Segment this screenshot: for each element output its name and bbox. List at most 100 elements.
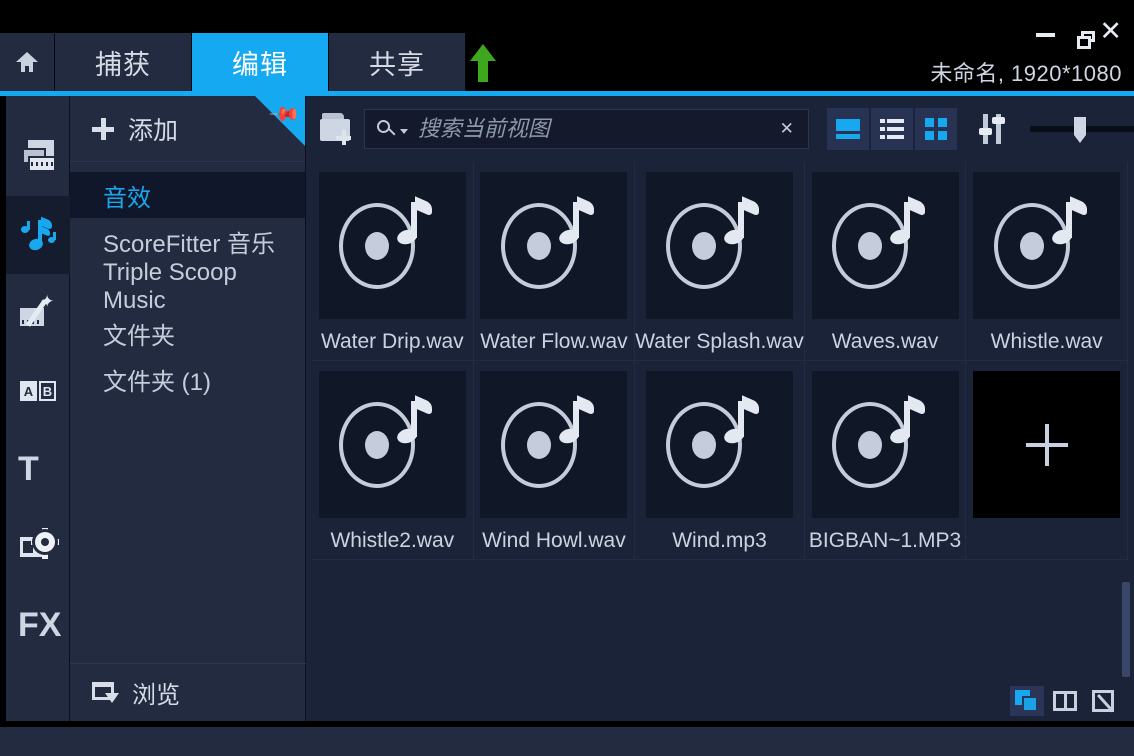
media-item-label: Water Flow.wav bbox=[480, 330, 628, 353]
clear-x-icon[interactable]: ✕ bbox=[774, 116, 800, 142]
library-type-rail: ✦ AB T FX bbox=[6, 96, 70, 721]
tree-item-folder[interactable]: 文件夹 bbox=[70, 310, 305, 356]
empty-thumbnail bbox=[973, 371, 1121, 518]
sort-filter-icon[interactable] bbox=[978, 112, 1005, 146]
text-t-icon: T bbox=[18, 450, 58, 488]
upload-arrow-icon[interactable] bbox=[470, 44, 496, 84]
sidebar-item-overlays-library[interactable] bbox=[6, 508, 70, 586]
search-input[interactable] bbox=[417, 116, 774, 142]
browse-bar[interactable]: 浏览 bbox=[70, 663, 306, 721]
media-item[interactable]: Whistle2.wav bbox=[312, 361, 474, 560]
library-toolbar: ✕ bbox=[306, 96, 1134, 162]
tab-edit[interactable]: 编辑 bbox=[192, 33, 329, 91]
media-thumbnail bbox=[645, 172, 793, 319]
media-item[interactable]: Water Splash.wav bbox=[635, 162, 805, 361]
audio-disc-icon bbox=[339, 394, 445, 491]
tree-item-label: 文件夹 (1) bbox=[103, 368, 211, 396]
edit-view-button[interactable] bbox=[1086, 686, 1120, 716]
thumbnail-size-slider[interactable] bbox=[1029, 112, 1134, 146]
magic-wand-icon: ✦ bbox=[18, 293, 58, 332]
sidebar-item-media-library[interactable] bbox=[6, 118, 70, 196]
media-item-add-placeholder[interactable] bbox=[966, 361, 1128, 560]
text-t-glyph: T bbox=[18, 450, 39, 488]
large-thumb-icon bbox=[835, 119, 860, 139]
media-item[interactable]: BIGBAN~1.MP3 bbox=[804, 361, 967, 560]
audio-disc-icon bbox=[832, 195, 938, 292]
media-item[interactable]: Water Flow.wav bbox=[473, 162, 636, 361]
media-item-label: Whistle.wav bbox=[990, 330, 1103, 353]
chevron-down-icon[interactable] bbox=[399, 128, 408, 134]
library-tree-panel: 添加 📌 音效 ScoreFitter 音乐 Triple Scoop Musi… bbox=[70, 96, 306, 721]
sidebar-item-audio-library[interactable] bbox=[6, 196, 70, 274]
tree-item-sound-effects[interactable]: 音效 bbox=[70, 172, 305, 218]
media-item[interactable]: Wind.mp3 bbox=[635, 361, 805, 560]
add-button-label: 添加 bbox=[128, 116, 179, 145]
fx-glyph: FX bbox=[18, 606, 62, 644]
media-thumbnail bbox=[318, 371, 466, 518]
sidebar-item-titles-library[interactable]: T bbox=[6, 430, 70, 508]
audio-disc-icon bbox=[500, 195, 607, 292]
media-item[interactable]: Water Drip.wav bbox=[312, 162, 474, 361]
folder-add-icon[interactable] bbox=[320, 113, 352, 145]
sidebar-item-transitions-library[interactable]: AB bbox=[6, 352, 70, 430]
split-view-button[interactable] bbox=[1048, 686, 1082, 716]
library-tree: 音效 ScoreFitter 音乐 Triple Scoop Music 文件夹… bbox=[70, 162, 305, 402]
project-title: 未命名, 1920*1080 bbox=[930, 61, 1122, 86]
media-thumbnail bbox=[318, 172, 466, 319]
plus-icon bbox=[1025, 423, 1068, 466]
sidebar-item-effects-library[interactable]: ✦ bbox=[6, 274, 70, 352]
tree-item-folder-1[interactable]: 文件夹 (1) bbox=[70, 356, 305, 402]
browse-window-icon bbox=[92, 681, 119, 704]
media-thumbnail bbox=[645, 371, 793, 518]
tree-item-label: ScoreFitter 音乐 bbox=[103, 230, 276, 258]
music-note-icon bbox=[18, 216, 58, 254]
media-content-panel: ✕ bbox=[306, 96, 1134, 721]
tree-item-label: Triple Scoop Music bbox=[103, 259, 237, 314]
media-item-label: Water Drip.wav bbox=[320, 330, 464, 353]
main-tab-bar: 捕获 编辑 共享 bbox=[0, 33, 466, 91]
content-footer bbox=[306, 681, 1134, 721]
plus-icon bbox=[92, 117, 114, 140]
view-mode-buttons bbox=[826, 108, 957, 150]
media-item-label: Waves.wav bbox=[831, 330, 939, 353]
media-item[interactable]: Whistle.wav bbox=[966, 162, 1128, 361]
media-stack-icon bbox=[18, 138, 58, 176]
search-box[interactable]: ✕ bbox=[363, 109, 809, 149]
audio-disc-icon bbox=[832, 394, 938, 491]
minimize-button[interactable] bbox=[1036, 25, 1056, 37]
view-grid-button[interactable] bbox=[914, 108, 957, 150]
split-view-icon bbox=[1053, 691, 1077, 711]
main-area: ✦ AB T FX 添加 📌 音效 ScoreFitter 音乐 Triple … bbox=[0, 96, 1134, 721]
media-thumbnail bbox=[480, 172, 628, 319]
video-editor-window: 捕获 编辑 共享 ✕ 未命名, 1920*1080 ✦ A B T FX 添加 … bbox=[0, 0, 1134, 756]
view-list-button[interactable] bbox=[870, 108, 913, 150]
duplicate-icon bbox=[1015, 690, 1039, 712]
library-add-bar[interactable]: 添加 📌 bbox=[70, 96, 305, 162]
media-item-label: Wind Howl.wav bbox=[482, 529, 626, 552]
home-tab[interactable] bbox=[0, 33, 55, 91]
media-thumbnail bbox=[811, 172, 959, 319]
media-item-label: BIGBAN~1.MP3 bbox=[808, 529, 962, 552]
media-item[interactable]: Wind Howl.wav bbox=[473, 361, 636, 560]
tab-share[interactable]: 共享 bbox=[329, 33, 466, 91]
sidebar-item-fx-library[interactable]: FX bbox=[6, 586, 70, 664]
audio-disc-icon bbox=[666, 394, 772, 491]
media-item-label: Wind.mp3 bbox=[672, 529, 767, 552]
audio-disc-icon bbox=[666, 195, 772, 292]
tree-item-triple-scoop-music[interactable]: Triple Scoop Music bbox=[70, 259, 305, 314]
close-button[interactable]: ✕ bbox=[1099, 18, 1122, 45]
duplicate-view-button[interactable] bbox=[1010, 686, 1044, 716]
tree-item-scorefitter[interactable]: ScoreFitter 音乐 bbox=[70, 218, 305, 264]
media-thumbnail bbox=[973, 172, 1121, 319]
audio-disc-icon bbox=[993, 195, 1100, 292]
vertical-scrollbar[interactable] bbox=[1122, 582, 1130, 677]
tab-capture[interactable]: 捕获 bbox=[55, 33, 192, 91]
view-large-thumbnail-button[interactable] bbox=[826, 108, 869, 150]
media-thumbnail bbox=[480, 371, 628, 518]
media-item[interactable]: Waves.wav bbox=[804, 162, 967, 361]
audio-disc-icon bbox=[339, 195, 445, 292]
media-grid: Water Drip.wav Water Flow.wav Water Spla… bbox=[312, 162, 1128, 681]
tree-item-label: 文件夹 bbox=[103, 322, 175, 350]
tree-item-label: 音效 bbox=[103, 184, 151, 212]
audio-disc-icon bbox=[500, 394, 607, 491]
